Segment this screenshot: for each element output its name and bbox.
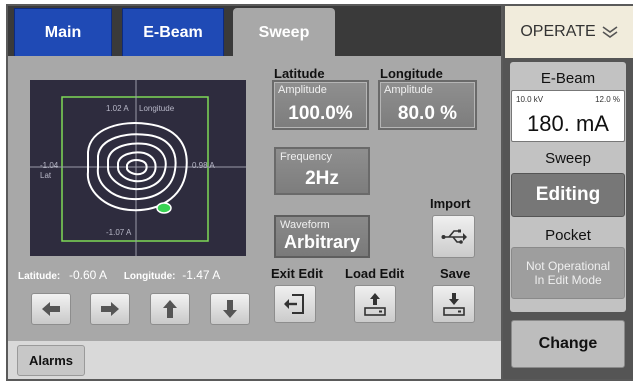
pocket-status-line1: Not Operational <box>525 259 611 273</box>
plot-longitude-label: Longitude <box>139 104 175 113</box>
alarms-label: Alarms <box>28 353 74 368</box>
latitude-amplitude-label: Amplitude <box>278 84 327 96</box>
save-label: Save <box>440 266 471 281</box>
plot-right-label: 0.98 A <box>192 161 215 170</box>
ebeam-percent: 12.0 % <box>595 95 620 104</box>
operate-dropdown[interactable]: OPERATE <box>505 6 633 58</box>
plot-top-label: 1.02 A <box>106 104 129 113</box>
waveform-label: Waveform <box>280 219 330 231</box>
frequency-value: 2Hz <box>305 168 339 189</box>
plot-bottom-label: -1.07 A <box>106 228 132 237</box>
usb-icon <box>441 229 467 244</box>
change-button[interactable]: Change <box>511 320 625 368</box>
frequency-label: Frequency <box>280 151 332 163</box>
pocket-status-line2: In Edit Mode <box>534 273 602 287</box>
ebeam-title: E-Beam <box>540 70 596 87</box>
load-edit-button[interactable] <box>354 285 396 323</box>
exit-icon <box>284 294 304 314</box>
position-readouts: Latitude: -0.60 A Longitude: -1.47 A <box>18 268 258 284</box>
sweep-plot: 1.02 A Longitude -1.04 Lat 0.98 A -1.07 … <box>30 80 246 256</box>
latitude-readout-label: Latitude: <box>18 271 61 282</box>
ebeam-readout: 10.0 kV 12.0 % 180. mA <box>511 90 625 142</box>
load-edit-label: Load Edit <box>345 266 405 281</box>
arrow-up-icon <box>163 300 177 318</box>
nudge-down-button[interactable] <box>210 293 250 325</box>
longitude-amplitude-field[interactable]: Amplitude 80.0 % <box>378 80 477 130</box>
longitude-amplitude-value: 80.0 % <box>397 103 458 124</box>
pocket-status: Not Operational In Edit Mode <box>511 247 625 299</box>
plot-left-label: -1.04 <box>40 161 59 170</box>
arrow-left-icon <box>42 302 60 316</box>
frequency-field[interactable]: Frequency 2Hz <box>274 147 370 195</box>
save-icon <box>442 293 465 316</box>
ebeam-kv: 10.0 kV <box>516 95 544 104</box>
longitude-amplitude-label: Amplitude <box>384 84 433 96</box>
latitude-readout-value: -0.60 A <box>69 268 108 282</box>
sweep-status-value: Editing <box>535 184 601 205</box>
pocket-title: Pocket <box>545 227 591 244</box>
ebeam-current: 180. mA <box>527 111 609 136</box>
import-button[interactable] <box>432 215 475 258</box>
latitude-header: Latitude <box>274 66 325 81</box>
latitude-amplitude-field[interactable]: Amplitude 100.0% <box>272 80 369 130</box>
latitude-amplitude-value: 100.0% <box>288 103 353 124</box>
tab-ebeam[interactable]: E-Beam <box>122 8 224 58</box>
import-label: Import <box>430 196 471 211</box>
plot-latitude-label: Lat <box>40 171 52 180</box>
sweep-title: Sweep <box>545 150 591 167</box>
change-label: Change <box>538 335 598 352</box>
position-marker <box>156 202 172 214</box>
longitude-readout-label: Longitude: <box>123 271 176 282</box>
alarms-button[interactable]: Alarms <box>17 345 85 376</box>
exit-edit-label: Exit Edit <box>271 266 324 281</box>
nudge-up-button[interactable] <box>150 293 190 325</box>
tab-main[interactable]: Main <box>14 8 112 58</box>
arrow-right-icon <box>101 302 119 316</box>
arrow-down-icon <box>223 300 237 318</box>
waveform-button[interactable]: Waveform Arbitrary <box>274 215 370 258</box>
sweep-status: Editing <box>511 173 625 217</box>
tab-sweep[interactable]: Sweep <box>233 8 335 58</box>
nudge-left-button[interactable] <box>31 293 71 325</box>
chevron-down-icon <box>602 26 618 38</box>
sweep-plot-svg: 1.02 A Longitude -1.04 Lat 0.98 A -1.07 … <box>30 80 246 256</box>
waveform-value: Arbitrary <box>283 232 361 252</box>
longitude-readout-value: -1.47 A <box>182 268 221 282</box>
sweep-ring-3 <box>107 142 167 191</box>
longitude-header: Longitude <box>380 66 443 81</box>
exit-edit-button[interactable] <box>274 285 316 323</box>
tab-main-label: Main <box>44 24 82 41</box>
load-icon <box>364 293 386 316</box>
save-button[interactable] <box>432 285 475 323</box>
tab-ebeam-label: E-Beam <box>143 24 203 41</box>
operate-label: OPERATE <box>520 23 596 40</box>
nudge-right-button[interactable] <box>90 293 130 325</box>
tab-sweep-label: Sweep <box>258 24 310 41</box>
